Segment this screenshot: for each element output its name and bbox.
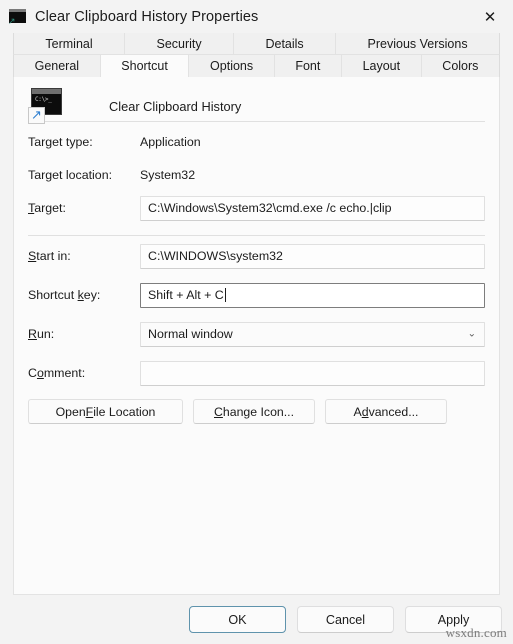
shortcut-key-value: Shift + Alt + C xyxy=(148,288,224,302)
tab-layout[interactable]: Layout xyxy=(340,55,421,77)
shortcut-key-label: Shortcut key: xyxy=(28,288,101,302)
apply-button[interactable]: Apply xyxy=(405,606,502,633)
tab-options[interactable]: Options xyxy=(188,55,274,77)
tab-terminal[interactable]: Terminal xyxy=(13,33,125,55)
shortcut-key-input[interactable]: Shift + Alt + C xyxy=(140,282,485,308)
shortcut-name-label: Clear Clipboard History xyxy=(109,98,242,114)
target-label: Target: xyxy=(28,201,66,215)
tab-security[interactable]: Security xyxy=(124,33,234,55)
title-bar: ↗ Clear Clipboard History Properties ✕ xyxy=(0,0,513,33)
target-location-value: System32 xyxy=(140,168,196,182)
comment-input[interactable] xyxy=(140,360,485,386)
chevron-down-icon: ⌄ xyxy=(467,328,476,340)
dialog-footer: OK Cancel Apply wsxdn.com xyxy=(0,595,513,644)
tab-row-lower: General Shortcut Options Font Layout Col… xyxy=(13,55,501,77)
tab-details[interactable]: Details xyxy=(233,33,336,55)
shortcut-key-row: Shortcut key: Shift + Alt + C xyxy=(28,282,485,308)
run-row: Run: Normal window ⌄ xyxy=(28,321,485,347)
target-location-row: Target location: System32 xyxy=(28,162,485,188)
tab-previous-versions[interactable]: Previous Versions xyxy=(335,33,500,55)
ok-button[interactable]: OK xyxy=(189,606,286,633)
action-button-row: Open File Location Change Icon... Ad vanc… xyxy=(14,386,499,424)
close-icon[interactable]: ✕ xyxy=(467,0,513,33)
comment-label: Comment: xyxy=(28,366,86,380)
start-in-label: Start in: xyxy=(28,249,71,263)
target-type-row: Target type: Application xyxy=(28,129,485,155)
shortcut-tab-panel: C:\>_ ↗ Clear Clipboard History Target t… xyxy=(13,77,500,595)
target-type-label: Target type: xyxy=(28,135,93,149)
fields-container-2: Start in: C:\WINDOWS\system32 Shortcut k… xyxy=(14,243,499,386)
target-type-value: Application xyxy=(140,135,201,149)
divider-middle xyxy=(28,235,485,236)
fields-container: Target type: Application Target location… xyxy=(14,129,499,221)
run-select[interactable]: Normal window ⌄ xyxy=(140,321,485,347)
target-location-label: Target location: xyxy=(28,168,113,182)
advanced-button[interactable]: Ad vanced... xyxy=(325,399,447,424)
start-in-input[interactable]: C:\WINDOWS\system32 xyxy=(140,243,485,269)
start-in-row: Start in: C:\WINDOWS\system32 xyxy=(28,243,485,269)
run-selected-value: Normal window xyxy=(148,327,233,341)
cancel-button[interactable]: Cancel xyxy=(297,606,394,633)
open-file-location-button[interactable]: Open File Location xyxy=(28,399,183,424)
properties-dialog: ↗ Clear Clipboard History Properties ✕ T… xyxy=(0,0,513,644)
cmd-shortcut-icon: ↗ xyxy=(8,9,26,27)
window-title: Clear Clipboard History Properties xyxy=(35,8,259,25)
tab-strip: Terminal Security Details Previous Versi… xyxy=(0,33,513,77)
cmd-shortcut-large-icon: C:\>_ ↗ xyxy=(28,88,62,124)
tab-general[interactable]: General xyxy=(13,55,100,77)
target-input[interactable]: C:\Windows\System32\cmd.exe /c echo.|cli… xyxy=(140,195,485,221)
change-icon-button[interactable]: Change Icon... xyxy=(193,399,315,424)
comment-row: Comment: xyxy=(28,360,485,386)
tab-row-upper: Terminal Security Details Previous Versi… xyxy=(13,33,500,55)
tab-font[interactable]: Font xyxy=(273,55,341,77)
shortcut-header: C:\>_ ↗ Clear Clipboard History xyxy=(14,77,499,124)
divider-top xyxy=(28,121,485,122)
text-caret xyxy=(224,288,226,302)
target-row: Target: C:\Windows\System32\cmd.exe /c e… xyxy=(28,195,485,221)
tab-colors[interactable]: Colors xyxy=(420,55,501,77)
run-label: Run: xyxy=(28,327,55,341)
tab-shortcut[interactable]: Shortcut xyxy=(99,55,189,77)
